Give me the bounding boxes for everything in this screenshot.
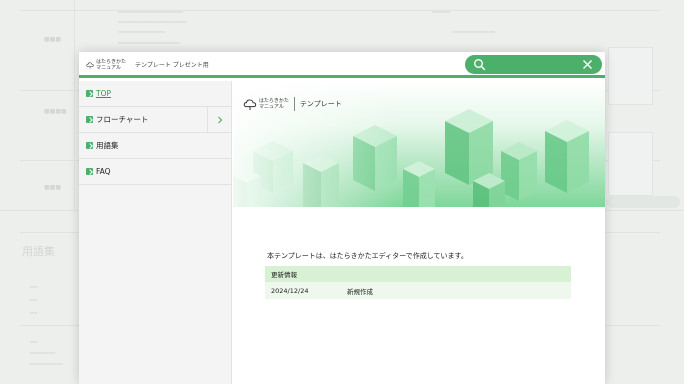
bullet-arrow-icon bbox=[86, 116, 93, 123]
table-row: 2024/12/24 新規作成 bbox=[265, 282, 571, 299]
sidebar-item-top[interactable]: TOP bbox=[79, 81, 231, 107]
bullet-arrow-icon bbox=[86, 90, 93, 97]
sidebar-item-flowchart[interactable]: フローチャート bbox=[79, 107, 231, 133]
intro-text: 本テンプレートは、はたらきかたエディターで作成しています。 bbox=[267, 252, 468, 260]
search-input[interactable] bbox=[489, 57, 579, 72]
search-bar[interactable] bbox=[465, 55, 602, 74]
main-content: はたらきかた マニュアル テンプレート 本テンプレートは、はたらきかたエディター… bbox=[233, 81, 605, 384]
logo-text: はたらきかた マニュアル bbox=[96, 59, 126, 71]
sidebar-item-label[interactable]: 用語集 bbox=[96, 140, 119, 151]
cloud-logo-icon bbox=[86, 62, 94, 69]
sidebar-item-glossary[interactable]: 用語集 bbox=[79, 133, 231, 159]
sidebar-item-faq[interactable]: FAQ bbox=[79, 159, 231, 185]
window-subtitle: テンプレート プレゼント用 bbox=[135, 62, 209, 69]
updates-header: 更新情報 bbox=[265, 266, 571, 282]
update-date: 2024/12/24 bbox=[265, 282, 341, 299]
updates-table: 更新情報 2024/12/24 新規作成 bbox=[265, 266, 571, 299]
sidebar-item-label[interactable]: TOP bbox=[96, 89, 111, 98]
close-icon[interactable] bbox=[582, 59, 593, 70]
hero-logo-text: はたらきかた マニュアル bbox=[259, 98, 289, 110]
update-text: 新規作成 bbox=[341, 282, 571, 299]
sidebar-item-label[interactable]: フローチャート bbox=[96, 114, 148, 125]
sidebar-item-label[interactable]: FAQ bbox=[96, 167, 111, 176]
hero-banner: はたらきかた マニュアル テンプレート bbox=[233, 81, 605, 207]
window-header: はたらきかた マニュアル テンプレート プレゼント用 bbox=[79, 52, 605, 78]
search-icon[interactable] bbox=[473, 58, 486, 71]
template-window: はたらきかた マニュアル テンプレート プレゼント用 TOP フローチャート 用… bbox=[79, 52, 605, 384]
app-logo[interactable]: はたらきかた マニュアル bbox=[86, 55, 126, 75]
bullet-arrow-icon bbox=[86, 168, 93, 175]
chevron-right-icon[interactable] bbox=[216, 116, 224, 124]
hero-header: はたらきかた マニュアル テンプレート bbox=[243, 97, 342, 111]
hero-divider bbox=[293, 97, 295, 111]
submenu-toggle[interactable] bbox=[207, 107, 231, 133]
sidebar-nav: TOP フローチャート 用語集 FAQ bbox=[79, 81, 232, 384]
bullet-arrow-icon bbox=[86, 142, 93, 149]
hero-label: テンプレート bbox=[299, 100, 342, 108]
cloud-logo-icon bbox=[243, 99, 257, 111]
